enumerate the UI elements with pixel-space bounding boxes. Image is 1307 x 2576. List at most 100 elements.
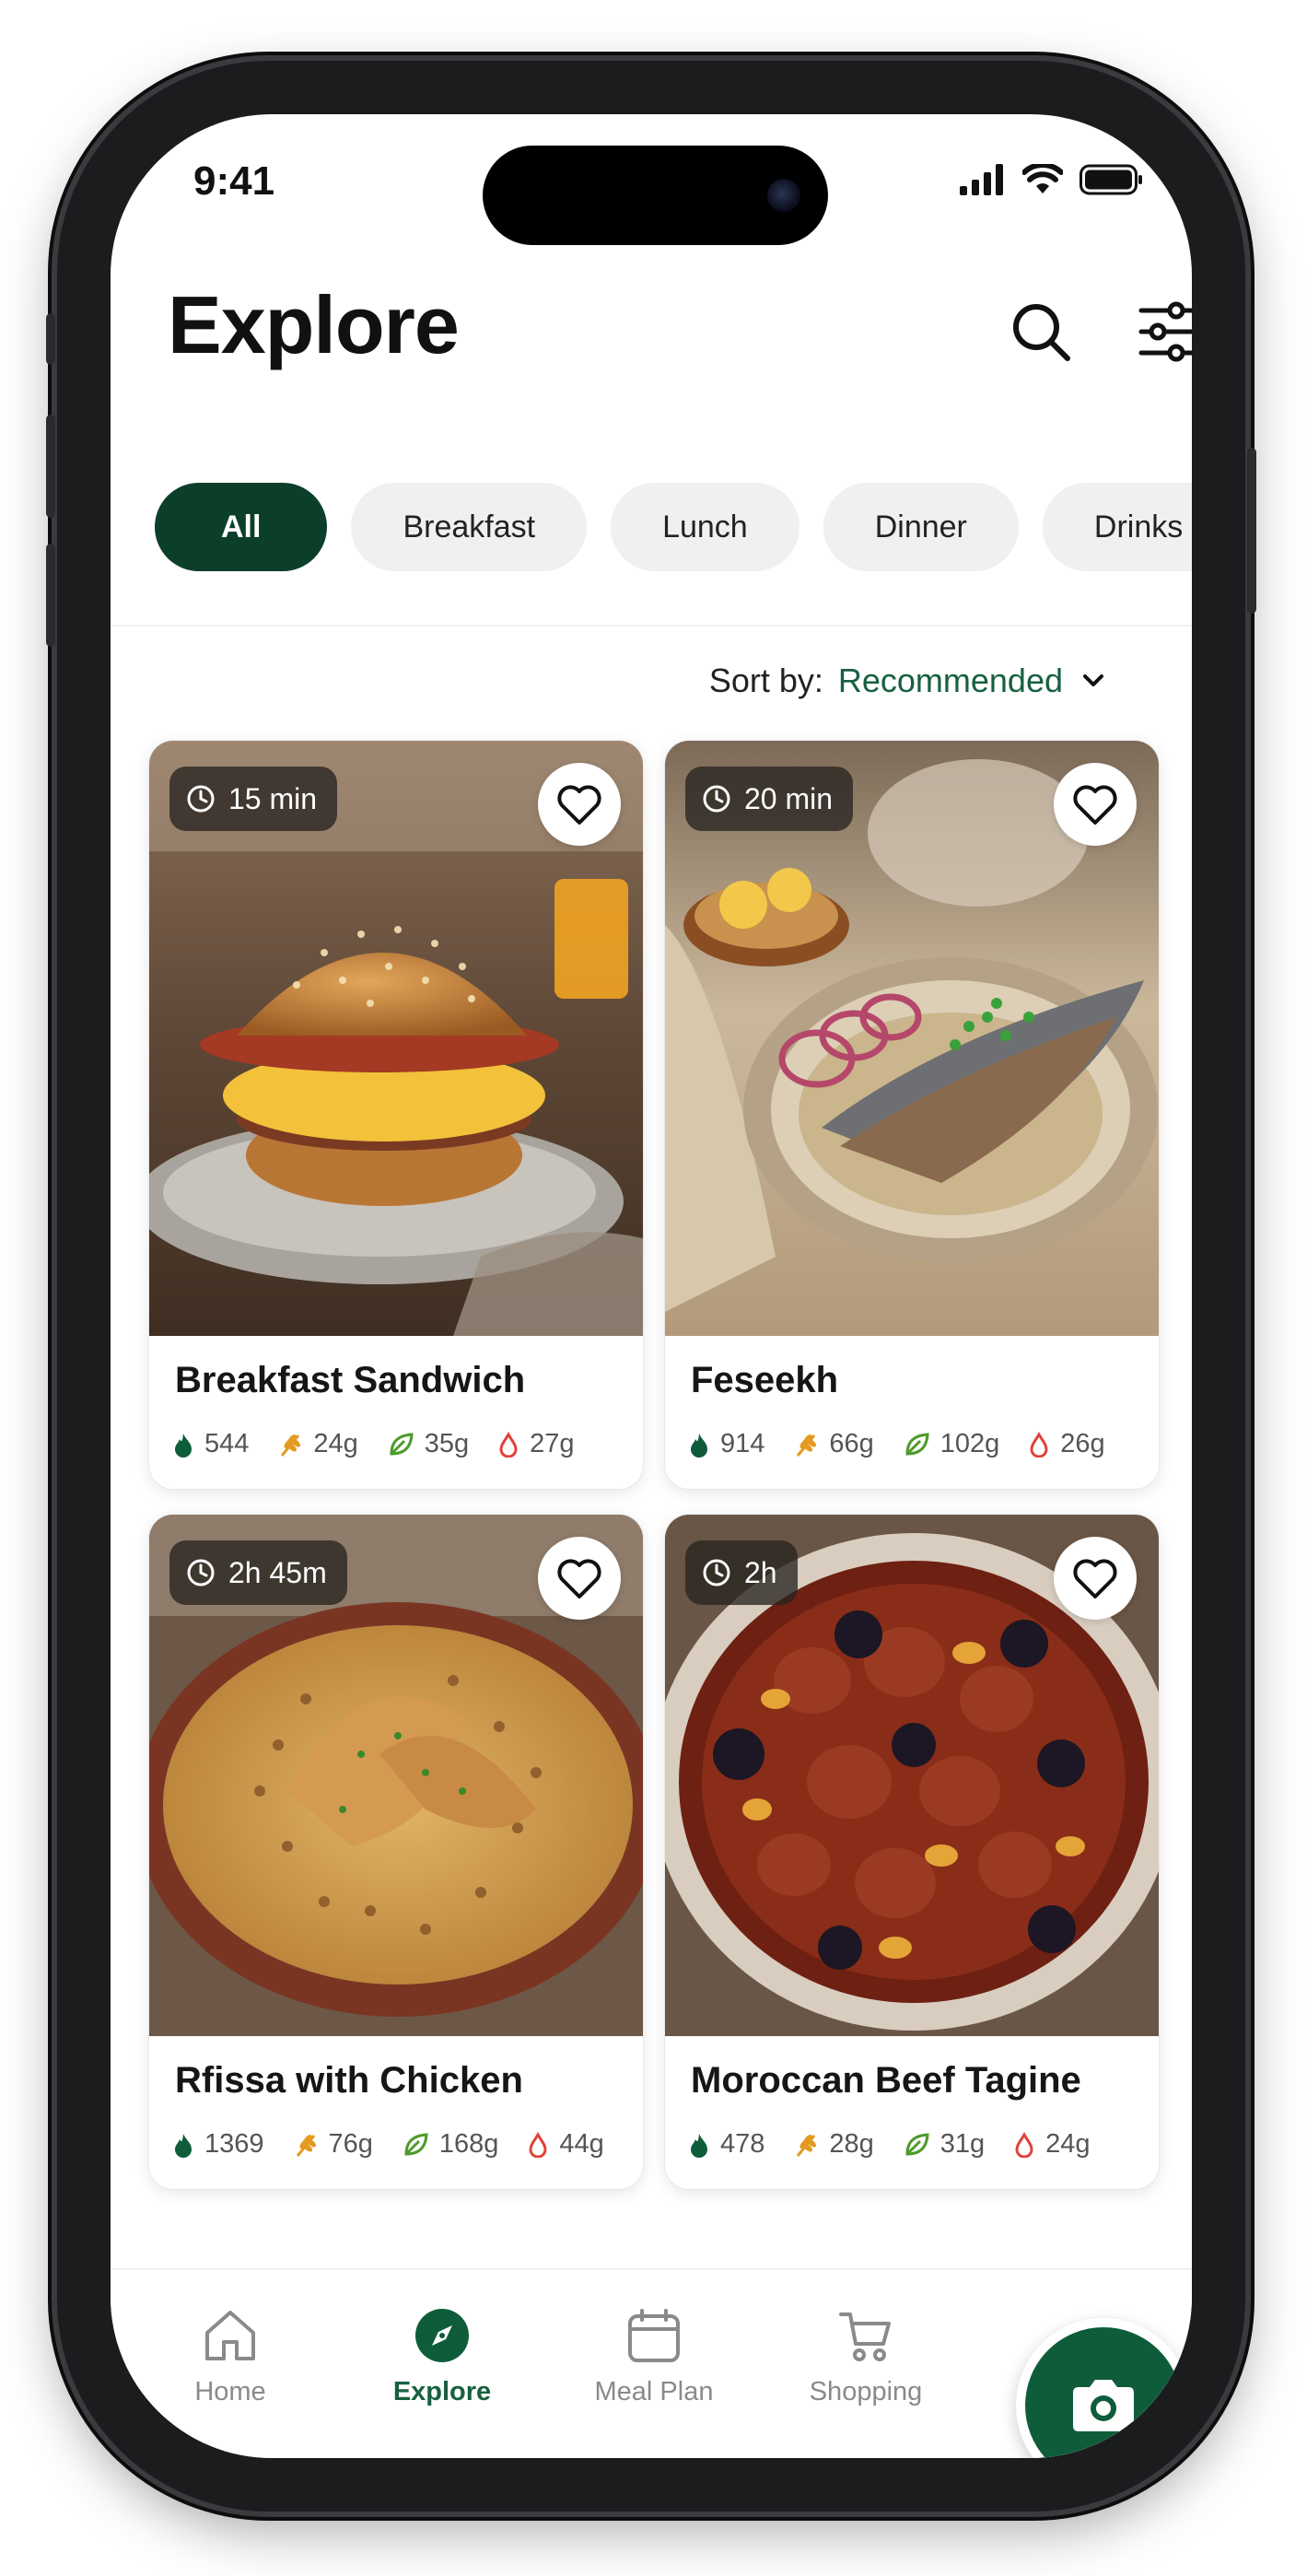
carbs: 76g	[294, 2129, 373, 2160]
carbs: 24g	[278, 1429, 358, 1459]
recipe-title: Feseekh	[691, 1360, 839, 1400]
leaf-icon	[404, 2132, 428, 2156]
chip-all[interactable]: All	[155, 483, 328, 571]
camera-icon	[1073, 2380, 1134, 2431]
page-title: Explore	[168, 279, 460, 370]
clock-icon	[187, 1559, 215, 1587]
recipe-card[interactable]: 2h Moroccan Beef Tagine 478 28g 31g 24g	[665, 1515, 1159, 2189]
time-badge: 20 min	[685, 767, 854, 831]
recipe-card[interactable]: 15 min Breakfast Sandwich 544 24g 35g 27…	[149, 741, 643, 1489]
leaf-icon	[905, 2132, 929, 2156]
nav-home[interactable]: Home	[147, 2307, 313, 2407]
search-icon	[1013, 304, 1070, 361]
status-time: 9:41	[193, 158, 275, 204]
nav-meal-plan[interactable]: Meal Plan	[571, 2307, 737, 2407]
favorite-button[interactable]	[1054, 1537, 1137, 1620]
chip-breakfast[interactable]: Breakfast	[351, 483, 588, 571]
leaf-icon	[905, 1432, 929, 1456]
cart-icon	[839, 2313, 891, 2361]
calories: 478	[689, 2129, 764, 2160]
battery-icon	[1079, 164, 1142, 195]
leaf-icon	[390, 1432, 414, 1456]
search-button[interactable]	[1004, 295, 1078, 369]
nav-explore[interactable]: Explore	[359, 2307, 525, 2407]
flame-icon	[691, 1433, 707, 1458]
recipe-card[interactable]: 2h 45m Rfissa with Chicken 1369 76g 168g…	[149, 1515, 643, 2189]
fiber: 35g	[388, 1429, 469, 1459]
time-text: 20 min	[744, 781, 834, 815]
recipe-photo: 20 min	[665, 741, 1159, 1336]
carbs: 66g	[794, 1429, 874, 1459]
power-button	[1247, 448, 1256, 614]
wifi-icon	[1022, 164, 1063, 193]
nav-shopping-label: Shopping	[809, 2377, 923, 2406]
home-icon	[205, 2311, 255, 2360]
wheat-icon	[797, 1434, 817, 1457]
time-text: 2h 45m	[228, 1555, 327, 1589]
filter-button[interactable]	[1131, 295, 1192, 369]
clock-icon	[187, 785, 215, 813]
signal-icon	[960, 164, 1003, 195]
flame-icon	[175, 2133, 192, 2158]
volume-up-button	[46, 415, 55, 518]
chip-lunch[interactable]: Lunch	[611, 483, 799, 571]
macros-row: 914 66g 102g 26g	[689, 1429, 1159, 1459]
clock-icon	[703, 1559, 730, 1587]
flame-icon	[691, 2133, 707, 2158]
recipe-card[interactable]: 20 min Feseekh 914 66g 102g 26g	[665, 741, 1159, 1489]
favorite-button[interactable]	[538, 763, 621, 846]
fat: 24g	[1014, 2129, 1091, 2160]
time-badge: 15 min	[169, 767, 338, 831]
heart-icon	[1073, 1559, 1117, 1598]
fat: 44g	[528, 2129, 604, 2160]
macros-row: 1369 76g 168g 44g	[173, 2129, 643, 2160]
category-chips: All Breakfast Lunch Dinner Drinks	[155, 483, 1192, 571]
fiber: 102g	[904, 1429, 999, 1459]
calories: 1369	[173, 2129, 264, 2160]
recipe-photo: 2h	[665, 1515, 1159, 2036]
dynamic-island	[483, 146, 828, 245]
nav-shopping[interactable]: Shopping	[783, 2307, 949, 2407]
flame-icon	[175, 1433, 192, 1458]
recipe-title: Breakfast Sandwich	[175, 1360, 526, 1400]
nav-home-label: Home	[194, 2377, 266, 2406]
sliders-icon	[1138, 301, 1192, 362]
chip-drinks[interactable]: Drinks	[1042, 483, 1192, 571]
nav-explore-label: Explore	[392, 2377, 492, 2406]
recipe-photo: 2h 45m	[149, 1515, 643, 2036]
recipe-title: Moroccan Beef Tagine	[691, 2060, 1081, 2101]
calories: 914	[689, 1429, 764, 1459]
sort-label: Sort by:	[708, 662, 823, 699]
chevron-down-icon	[1083, 674, 1103, 686]
macros-row: 478 28g 31g 24g	[689, 2129, 1159, 2160]
wheat-icon	[281, 1434, 301, 1457]
calories: 544	[173, 1429, 249, 1459]
favorite-button[interactable]	[538, 1537, 621, 1620]
macros-row: 544 24g 35g 27g	[173, 1429, 643, 1459]
time-badge: 2h 45m	[169, 1540, 347, 1605]
time-text: 15 min	[228, 781, 318, 815]
compass-icon	[415, 2309, 469, 2362]
heart-icon	[557, 1559, 601, 1598]
favorite-button[interactable]	[1054, 763, 1137, 846]
recipe-title: Rfissa with Chicken	[175, 2060, 523, 2101]
action-button	[46, 313, 55, 365]
carbs: 28g	[794, 2129, 874, 2160]
divider	[111, 625, 1192, 626]
chip-dinner[interactable]: Dinner	[823, 483, 1019, 571]
nav-meal-plan-label: Meal Plan	[594, 2377, 714, 2406]
status-icons	[960, 164, 1144, 195]
fat: 26g	[1029, 1429, 1105, 1459]
fiber: 168g	[403, 2129, 498, 2160]
drop-icon	[1015, 2131, 1033, 2158]
heart-icon	[557, 785, 601, 825]
drop-icon	[529, 2131, 547, 2158]
drop-icon	[499, 1431, 518, 1458]
sort-value: Recommended	[837, 662, 1063, 699]
wheat-icon	[797, 2134, 817, 2157]
screen: 9:41 Explore All Breakfast Lunch Dinner …	[111, 114, 1192, 2458]
time-text: 2h	[744, 1555, 777, 1589]
calendar-icon	[628, 2309, 680, 2362]
sort-dropdown[interactable]: Sort by: Recommended	[709, 662, 1109, 700]
drop-icon	[1030, 1431, 1048, 1458]
